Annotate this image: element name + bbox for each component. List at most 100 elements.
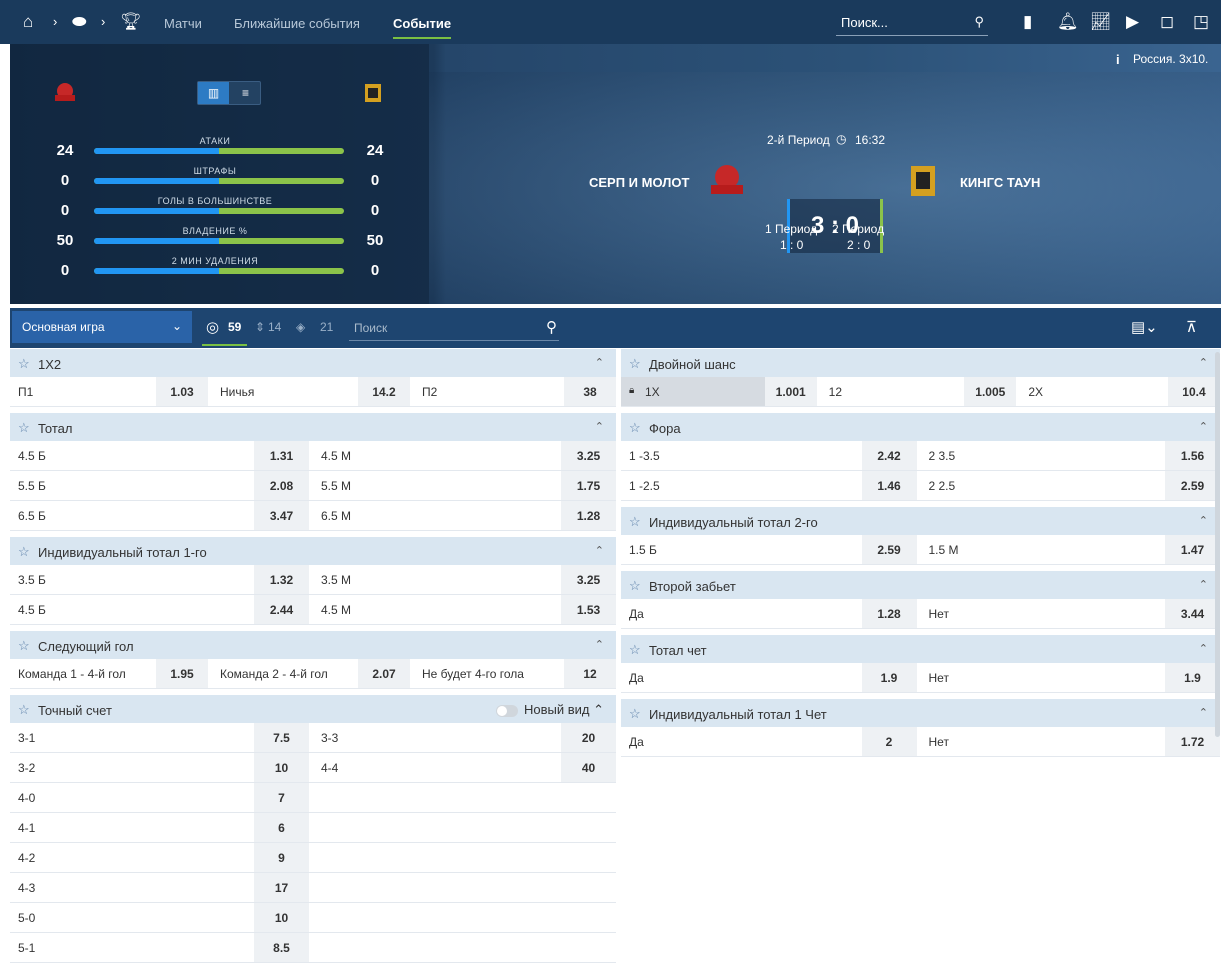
odds-cell[interactable]: Ничья 14.2 (212, 377, 410, 406)
odds-value[interactable]: 1.9 (861, 663, 917, 692)
market-group-header[interactable]: ☆ Тотал ⌃ (10, 413, 616, 441)
odds-cell[interactable]: Не будет 4-го гола 12 (414, 659, 616, 688)
odds-cell[interactable]: Да 2 (621, 727, 917, 756)
odds-cell[interactable]: 3-1 7.5 (10, 723, 309, 752)
hockey-puck-icon[interactable]: ⬬ (72, 13, 87, 30)
filter-count-special[interactable]: 21 (320, 320, 333, 334)
market-group-header[interactable]: ☆ Тотал чет ⌃ (621, 635, 1220, 663)
odds-cell[interactable]: 1.5 Б 2.59 (621, 535, 917, 564)
nav-link-upcoming[interactable]: Ближайшие события (234, 16, 360, 31)
odds-value[interactable]: 2.44 (254, 595, 309, 624)
columns-layout-icon[interactable]: ▤⌄ (1131, 318, 1158, 336)
odds-cell[interactable]: 5.5 М 1.75 (313, 471, 616, 500)
odds-value[interactable]: 1.31 (254, 441, 309, 470)
chevron-up-icon[interactable]: ⌃ (595, 544, 604, 557)
market-group-header[interactable]: ☆ Индивидуальный тотал 1-го ⌃ (10, 537, 616, 565)
odds-value[interactable]: 1.9 (1165, 663, 1220, 692)
odds-cell[interactable]: 5-0 10 (10, 903, 309, 932)
odds-value[interactable]: 1.28 (561, 501, 616, 530)
odds-cell[interactable]: П1 1.03 (10, 377, 208, 406)
odds-value[interactable]: 1.46 (861, 471, 917, 500)
market-type-select[interactable]: Основная игра ⌄ (12, 311, 192, 343)
odds-cell[interactable]: Нет 1.72 (921, 727, 1220, 756)
odds-value[interactable]: 20 (561, 723, 616, 752)
star-icon[interactable]: ☆ (629, 706, 641, 722)
odds-cell[interactable]: 4.5 М 1.53 (313, 595, 616, 624)
odds-cell[interactable]: Да 1.28 (621, 599, 917, 628)
odds-cell[interactable]: 2 2.5 2.59 (921, 471, 1220, 500)
odds-value[interactable]: 10 (254, 753, 309, 782)
home-icon[interactable]: ⌂ (23, 13, 33, 30)
odds-cell[interactable]: Нет 3.44 (921, 599, 1220, 628)
bar-chart-icon[interactable]: ▥ (198, 82, 229, 104)
odds-value[interactable]: 40 (561, 753, 616, 782)
odds-cell[interactable]: 3.5 М 3.25 (313, 565, 616, 594)
chevron-up-icon[interactable]: ⌃ (1199, 356, 1208, 369)
odds-value[interactable]: 3.25 (561, 441, 616, 470)
star-icon[interactable]: ☆ (629, 642, 641, 658)
odds-value[interactable]: 7.5 (254, 723, 309, 752)
search-icon[interactable]: ⚲ (974, 14, 984, 30)
odds-cell[interactable]: П2 38 (414, 377, 616, 406)
fullscreen-icon[interactable]: ◳ (1193, 12, 1209, 32)
scrollbar[interactable] (1215, 352, 1220, 737)
odds-value[interactable]: 1.56 (1165, 441, 1220, 470)
star-icon[interactable]: ☆ (629, 514, 641, 530)
target-icon[interactable]: ◎ (206, 318, 219, 336)
odds-value[interactable]: 6 (254, 813, 309, 842)
odds-cell[interactable]: 2 3.5 1.56 (921, 441, 1220, 470)
chevron-up-icon[interactable]: ⌃ (595, 356, 604, 369)
star-icon[interactable]: ☆ (18, 638, 30, 654)
market-group-header[interactable]: ☆ Точный счет Новый вид ⌃ (10, 695, 616, 723)
chevron-up-icon[interactable]: ⌃ (595, 638, 604, 651)
market-group-header[interactable]: ☆ Индивидуальный тотал 2-го ⌃ (621, 507, 1220, 535)
odds-value[interactable]: 2.42 (861, 441, 917, 470)
odds-value[interactable]: 12 (564, 659, 616, 688)
nav-link-matches[interactable]: Матчи (164, 16, 202, 31)
odds-value[interactable]: 1.001 (764, 377, 817, 406)
odds-cell[interactable]: Нет 1.9 (921, 663, 1220, 692)
stats-icon[interactable]: ▮ (1023, 12, 1032, 32)
odds-cell[interactable]: 🔒︎ 1X 1.001 (621, 377, 817, 406)
stats-view-toggle[interactable]: ▥ ≡ (197, 81, 261, 105)
star-icon[interactable]: ☆ (629, 420, 641, 436)
odds-value[interactable]: 2.59 (1165, 471, 1220, 500)
odds-value[interactable]: 1.03 (156, 377, 208, 406)
market-group-header[interactable]: ☆ Фора ⌃ (621, 413, 1220, 441)
diamond-icon[interactable]: ◈ (296, 320, 305, 334)
odds-value[interactable]: 3.25 (561, 565, 616, 594)
toggle-switch[interactable] (495, 704, 518, 717)
star-icon[interactable]: ☆ (18, 356, 30, 372)
odds-cell[interactable]: Команда 2 - 4-й гол 2.07 (212, 659, 410, 688)
odds-cell[interactable]: 4.5 М 3.25 (313, 441, 616, 470)
market-search-input[interactable]: Поиск ⚲ (349, 314, 559, 341)
filter-count-popular[interactable]: 14 (268, 320, 281, 334)
odds-value[interactable]: 10.4 (1167, 377, 1220, 406)
odds-cell[interactable]: 6.5 М 1.28 (313, 501, 616, 530)
trend-icon[interactable]: 📈︎ (1090, 12, 1112, 32)
market-group-header[interactable]: ☆ 1X2 ⌃ (10, 349, 616, 377)
nav-link-event[interactable]: Событие (393, 16, 452, 39)
odds-cell[interactable]: 1 -3.5 2.42 (621, 441, 917, 470)
star-icon[interactable]: ☆ (18, 420, 30, 436)
odds-value[interactable]: 2.08 (254, 471, 309, 500)
odds-value[interactable]: 1.32 (254, 565, 309, 594)
odds-cell[interactable]: 1 -2.5 1.46 (621, 471, 917, 500)
odds-value[interactable]: 1.53 (561, 595, 616, 624)
odds-cell[interactable]: 4-2 9 (10, 843, 309, 872)
odds-value[interactable]: 14.2 (358, 377, 410, 406)
odds-value[interactable]: 1.95 (156, 659, 208, 688)
market-group-header[interactable]: ☆ Индивидуальный тотал 1 Чет ⌃ (621, 699, 1220, 727)
chevron-up-icon[interactable]: ⌃ (1199, 706, 1208, 719)
search-input[interactable]: Поиск... ⚲ (836, 11, 988, 36)
odds-value[interactable]: 2 (861, 727, 917, 756)
odds-value[interactable]: 1.75 (561, 471, 616, 500)
odds-cell[interactable]: 4.5 Б 2.44 (10, 595, 309, 624)
list-icon[interactable]: ≡ (230, 82, 261, 104)
odds-value[interactable]: 1.47 (1165, 535, 1220, 564)
odds-cell[interactable]: 5-1 8.5 (10, 933, 309, 962)
bell-icon[interactable]: 🔔︎ (1057, 12, 1079, 32)
chevron-up-icon[interactable]: ⌃ (595, 420, 604, 433)
chevron-up-icon[interactable]: ⌃ (1199, 578, 1208, 591)
odds-cell[interactable]: 4.5 Б 1.31 (10, 441, 309, 470)
